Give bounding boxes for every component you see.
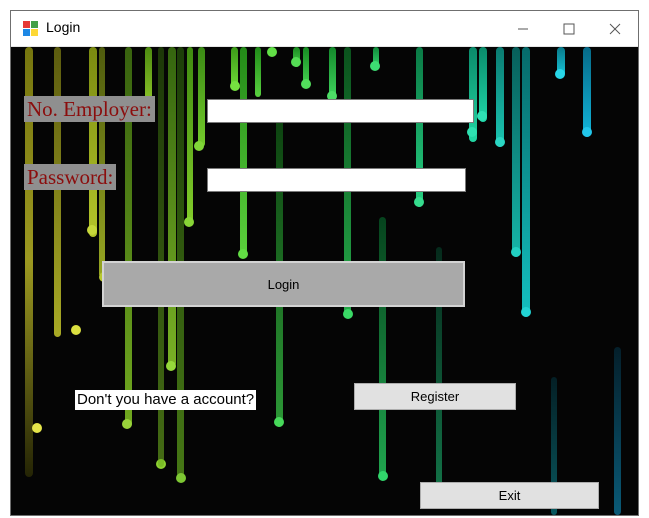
close-button[interactable] xyxy=(592,11,638,47)
form-client-area: No. Employer: Password: Login Don't you … xyxy=(11,47,638,515)
title-bar[interactable]: Login xyxy=(11,11,638,47)
password-input[interactable] xyxy=(207,168,466,192)
maximize-icon xyxy=(563,23,575,35)
login-button[interactable]: Login xyxy=(102,261,465,307)
register-button[interactable]: Register xyxy=(354,383,516,410)
close-icon xyxy=(609,23,621,35)
login-window: Login No. Employer: Password: Login Don'… xyxy=(10,10,639,516)
employer-number-input[interactable] xyxy=(207,99,474,123)
minimize-button[interactable] xyxy=(500,11,546,47)
maximize-button[interactable] xyxy=(546,11,592,47)
minimize-icon xyxy=(518,28,528,30)
exit-button[interactable]: Exit xyxy=(420,482,599,509)
employer-label: No. Employer: xyxy=(24,96,155,122)
no-account-text: Don't you have a account? xyxy=(75,390,257,410)
window-title: Login xyxy=(46,19,81,35)
password-label: Password: xyxy=(24,164,117,190)
winforms-app-icon xyxy=(23,21,39,37)
